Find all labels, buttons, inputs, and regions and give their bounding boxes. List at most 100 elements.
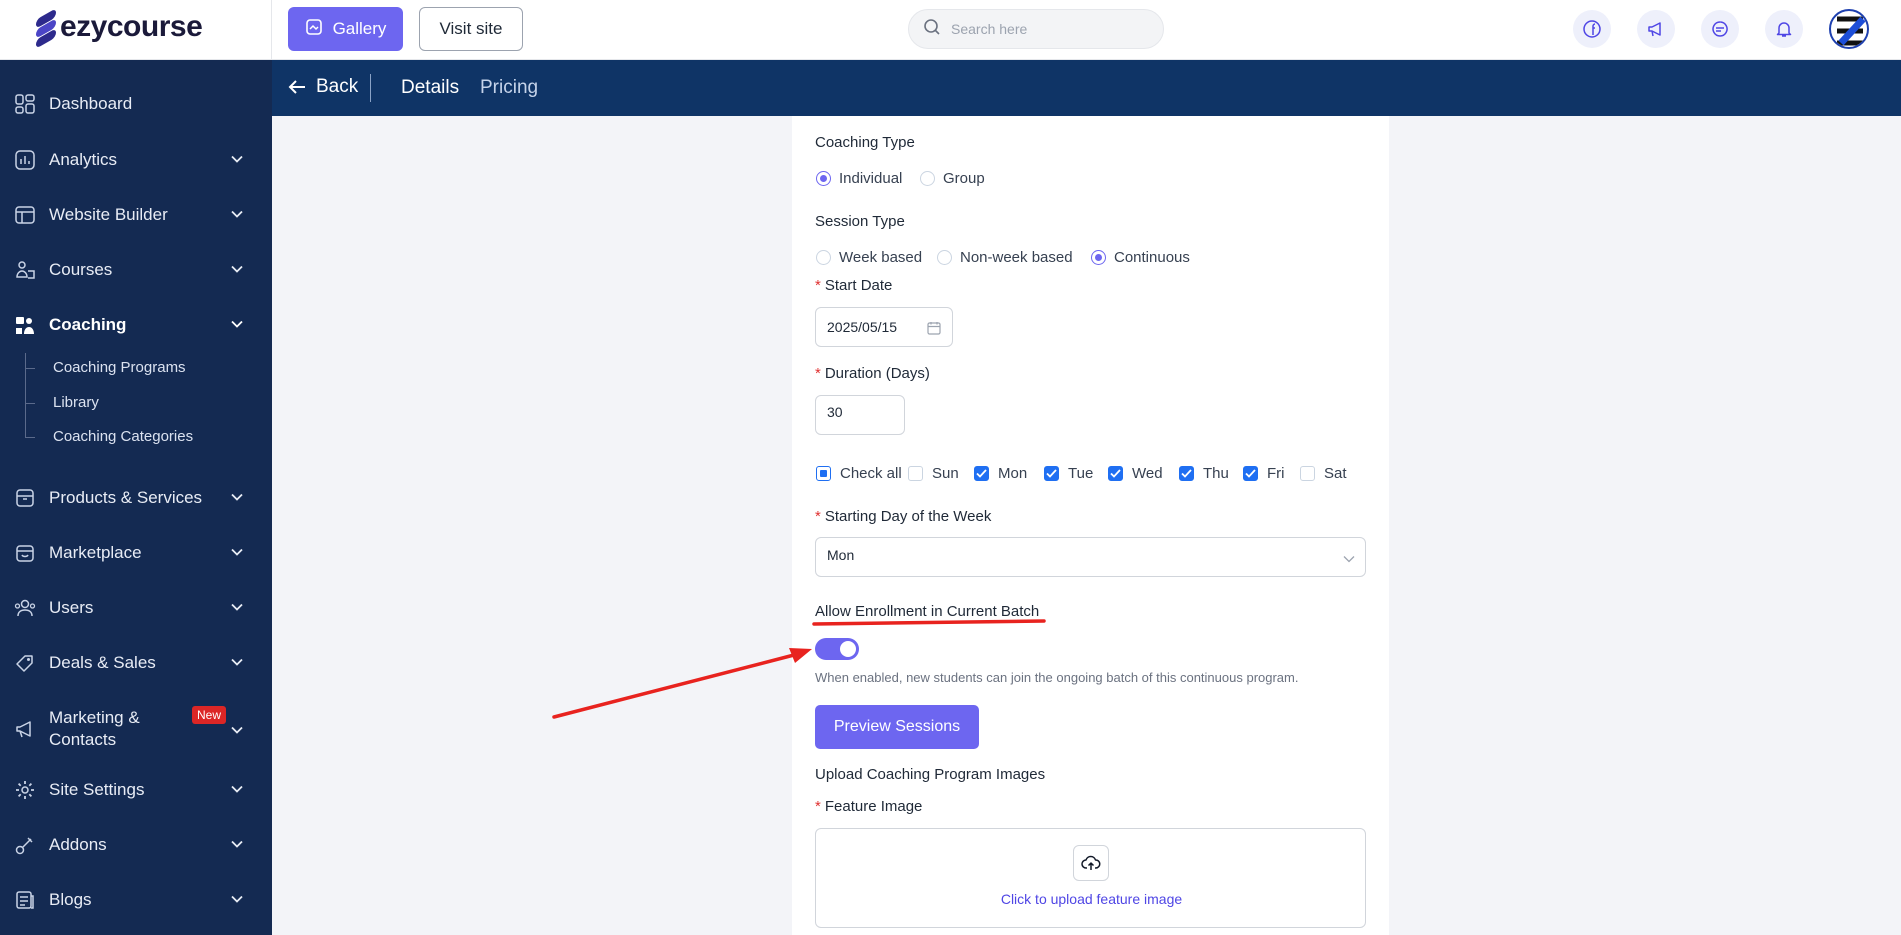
radio-circle [920,171,935,186]
sidebar-item-marketplace[interactable]: Marketplace [0,533,272,573]
courses-icon [12,258,38,282]
sidebar-item-marketing-contacts[interactable]: Marketing & Contacts [0,705,272,753]
allow-enrollment-toggle[interactable] [815,638,859,660]
radio-group[interactable]: Group [920,170,985,187]
chevron-down-icon [231,785,243,793]
gallery-button[interactable]: Gallery [288,7,403,51]
sidebar-item-label: Marketplace [49,543,142,562]
starting-day-select[interactable]: Mon [815,537,1366,577]
chevron-down-icon [231,658,243,666]
checkbox-fri[interactable]: Fri [1243,465,1285,482]
sidebar-item-label: Addons [49,835,107,854]
search-box[interactable] [908,9,1164,49]
check-icon [1110,469,1121,478]
feature-image-upload[interactable]: Click to upload feature image [815,828,1366,928]
sidebar-subitem-coaching-programs[interactable]: Coaching Programs [53,359,186,376]
check-icon [976,469,987,478]
sidebar-item-dashboard[interactable]: Dashboard [0,84,272,124]
logo-text: ezycourse [60,10,203,43]
radio-label: Continuous [1114,249,1190,266]
upload-icon [1073,845,1109,881]
radio-non-week-based[interactable]: Non-week based [937,249,1073,266]
checkbox-mon[interactable]: Mon [974,465,1027,482]
sidebar-item-products-services[interactable]: Products & Services [0,478,272,518]
checkbox-thu[interactable]: Thu [1179,465,1229,482]
sidebar-item-site-settings[interactable]: Site Settings [0,770,272,810]
sidebar-item-deals-sales[interactable]: Deals & Sales [0,643,272,683]
chat-icon[interactable] [1701,10,1739,48]
chevron-down-icon [231,493,243,501]
submenu-tick [25,368,35,369]
preview-sessions-label: Preview Sessions [833,718,961,735]
sidebar-item-website-builder[interactable]: Website Builder [0,195,272,235]
tab-details[interactable]: Details [401,77,459,99]
chevron-down-icon [231,726,243,734]
dashboard-icon [12,92,38,116]
search-input[interactable] [951,21,1131,37]
upload-text: Click to upload feature image [1000,891,1183,907]
check-icon [1181,469,1192,478]
gallery-label: Gallery [332,19,387,38]
sidebar-item-analytics[interactable]: Analytics [0,140,272,180]
checkbox-label: Fri [1267,465,1285,482]
back-label: Back [316,76,359,97]
checkbox-wed[interactable]: Wed [1108,465,1163,482]
required-mark: * [815,798,821,815]
bell-icon[interactable] [1765,10,1803,48]
radio-label: Group [943,170,985,187]
avatar[interactable] [1829,9,1869,49]
chevron-down-icon [231,265,243,273]
tag-icon [12,651,38,675]
label-text: Duration (Days) [824,365,930,382]
logo[interactable]: ezycourse [36,8,203,49]
top-bar: ezycourse Gallery Visit site [0,0,1901,60]
sidebar-item-users[interactable]: Users [0,588,272,628]
checkbox-tue[interactable]: Tue [1044,465,1093,482]
checkbox-sun[interactable]: Sun [908,465,959,482]
check-icon [1245,469,1256,478]
website-builder-icon [12,203,38,227]
megaphone-icon[interactable] [1637,10,1675,48]
sidebar-item-addons[interactable]: Addons [0,825,272,865]
submenu-line [25,353,26,437]
checkbox-box [1243,466,1258,481]
chevron-down-icon [231,320,243,328]
start-date-label: * Start Date [815,277,892,294]
sidebar-item-courses[interactable]: Courses [0,250,272,290]
radio-week-based[interactable]: Week based [816,249,922,266]
start-date-value: 2025/05/15 [827,319,898,335]
checkbox-box [1179,466,1194,481]
start-date-input[interactable]: 2025/05/15 [815,307,953,347]
check-icon [1046,469,1057,478]
tab-pricing[interactable]: Pricing [480,77,538,99]
sidebar-subitem-coaching-categories[interactable]: Coaching Categories [53,428,193,445]
sidebar-item-label: Analytics [49,150,118,169]
radio-continuous[interactable]: Continuous [1091,249,1190,266]
visit-site-button[interactable]: Visit site [419,7,523,51]
allow-enrollment-label: Allow Enrollment in Current Batch [815,603,1040,620]
sidebar-item-coaching[interactable]: Coaching [0,305,272,345]
sidebar-subitem-library[interactable]: Library [53,394,99,411]
facebook-icon[interactable] [1573,10,1611,48]
radio-individual[interactable]: Individual [816,170,902,187]
sidebar-item-blogs[interactable]: Blogs [0,880,272,920]
radio-label: Week based [839,249,923,266]
checkbox-label: Tue [1068,465,1094,482]
checkbox-label: Mon [998,465,1028,482]
arrow-left-icon [288,80,305,94]
feature-image-label: * Feature Image [815,798,922,815]
checkbox-sat[interactable]: Sat [1300,465,1347,482]
logo-mark-icon [36,8,56,49]
label-line-1: Marketing & [49,708,140,727]
duration-label: * Duration (Days) [815,365,930,382]
preview-sessions-button[interactable]: Preview Sessions [815,705,979,749]
new-badge: New [192,706,227,724]
sidebar-item-label: Courses [49,260,113,279]
duration-input[interactable]: 30 [815,395,905,435]
divider [271,0,272,60]
check-all-checkbox[interactable]: Check all [816,465,902,482]
coaching-type-label: Coaching Type [815,134,915,151]
back-button[interactable]: Back [288,76,358,98]
starting-day-value: Mon [827,547,855,563]
required-mark: * [815,277,821,294]
